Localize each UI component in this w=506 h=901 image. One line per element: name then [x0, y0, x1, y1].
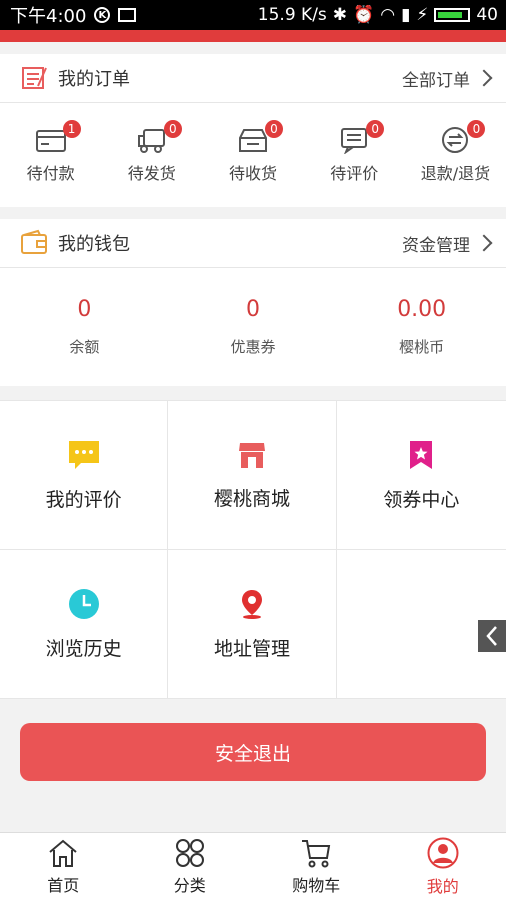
order-label: 退款/退货	[421, 160, 490, 184]
grid-icon	[174, 838, 206, 868]
orders-card: 我的订单 全部订单 1 待付款 0 待发货 0 待收货	[0, 54, 506, 207]
battery-level: 40	[476, 5, 498, 25]
order-pending-shipment[interactable]: 0 待发货	[101, 103, 202, 207]
tab-label: 首页	[47, 872, 79, 896]
order-badge: 1	[63, 120, 81, 138]
order-label: 待发货	[128, 160, 176, 184]
status-time: 下午4:00	[10, 2, 86, 28]
fund-management-link[interactable]: 资金管理	[402, 231, 490, 256]
store-icon	[237, 440, 267, 470]
image-notification-icon	[118, 8, 136, 22]
bookmark-star-icon	[407, 439, 435, 471]
orders-title: 我的订单	[58, 65, 130, 91]
orders-header: 我的订单 全部订单	[0, 54, 506, 103]
tab-mine[interactable]: 我的	[380, 833, 506, 901]
cell-signal-icon: ▮	[401, 5, 410, 25]
bluetooth-icon: ✱	[333, 5, 347, 25]
order-pending-payment[interactable]: 1 待付款	[0, 103, 101, 207]
network-speed: 15.9 K/s	[258, 5, 327, 25]
order-pending-review[interactable]: 0 待评价	[304, 103, 405, 207]
function-grid: 我的评价 樱桃商城 领券中心 浏览历史 地址管理	[0, 400, 506, 699]
chevron-right-icon	[476, 235, 493, 252]
grid-item-address[interactable]: 地址管理	[168, 550, 336, 698]
grid-label: 樱桃商城	[214, 484, 290, 511]
wallet-label: 优惠券	[231, 336, 276, 357]
chevron-left-icon	[485, 625, 499, 647]
wallet-row: 0 余额 0 优惠券 0.00 樱桃币	[0, 268, 506, 386]
grid-label: 领券中心	[383, 485, 459, 512]
order-label: 待收货	[229, 160, 277, 184]
wallet-value: 0.00	[397, 297, 446, 322]
chevron-right-icon	[476, 70, 493, 87]
tab-cart[interactable]: 购物车	[253, 833, 380, 901]
wallet-label: 余额	[69, 336, 99, 357]
user-icon	[427, 837, 459, 869]
fund-management-label: 资金管理	[402, 231, 470, 256]
status-bar: 下午4:00 K 15.9 K/s ✱ ⏰ ◠ ▮ ⚡ 40	[0, 0, 506, 30]
truck-icon	[136, 126, 168, 154]
alarm-icon: ⏰	[353, 5, 374, 25]
order-status-row: 1 待付款 0 待发货 0 待收货 0 待评价	[0, 103, 506, 207]
side-drawer-handle[interactable]	[478, 620, 506, 652]
grid-item-my-reviews[interactable]: 我的评价	[0, 401, 168, 549]
header-strip	[0, 30, 506, 42]
tab-home[interactable]: 首页	[0, 833, 127, 901]
wallet-coupons[interactable]: 0 优惠券	[169, 268, 338, 386]
tab-label: 分类	[174, 872, 206, 896]
location-pin-icon	[236, 588, 268, 620]
tab-label: 我的	[427, 873, 459, 897]
grid-item-browse-history[interactable]: 浏览历史	[0, 550, 168, 698]
bottom-tab-bar: 首页 分类 购物车 我的	[0, 832, 506, 901]
all-orders-link[interactable]: 全部订单	[402, 66, 490, 91]
logout-button[interactable]: 安全退出	[20, 723, 486, 781]
wifi-icon: ◠	[380, 5, 395, 25]
order-badge: 0	[164, 120, 182, 138]
order-list-icon	[20, 64, 48, 92]
tab-category[interactable]: 分类	[127, 833, 254, 901]
wallet-title: 我的钱包	[58, 230, 130, 256]
all-orders-label: 全部订单	[402, 66, 470, 91]
home-icon	[47, 838, 79, 868]
order-pending-receipt[interactable]: 0 待收货	[202, 103, 303, 207]
chat-bubble-icon	[67, 439, 101, 471]
wallet-value: 0	[77, 297, 91, 322]
wallet-balance[interactable]: 0 余额	[0, 268, 169, 386]
cart-icon	[300, 838, 332, 868]
order-label: 待付款	[27, 160, 75, 184]
tab-label: 购物车	[292, 872, 340, 896]
wallet-icon	[20, 229, 48, 257]
wallet-value: 0	[246, 297, 260, 322]
wallet-label: 樱桃币	[399, 336, 444, 357]
battery-icon	[434, 8, 470, 22]
wallet-header: 我的钱包 资金管理	[0, 219, 506, 268]
card-icon	[35, 126, 67, 154]
grid-item-store[interactable]: 樱桃商城	[168, 401, 336, 549]
grid-label: 地址管理	[214, 634, 290, 661]
order-badge: 0	[467, 120, 485, 138]
grid-row: 我的评价 樱桃商城 领券中心	[0, 400, 506, 550]
k-app-icon: K	[94, 7, 110, 23]
grid-label: 我的评价	[46, 485, 122, 512]
wallet-card: 我的钱包 资金管理 0 余额 0 优惠券 0.00 樱桃币	[0, 219, 506, 386]
clock-icon	[68, 588, 100, 620]
grid-row: 浏览历史 地址管理	[0, 550, 506, 699]
grid-label: 浏览历史	[46, 634, 122, 661]
order-badge: 0	[265, 120, 283, 138]
wallet-coins[interactable]: 0.00 樱桃币	[337, 268, 506, 386]
order-refund[interactable]: 0 退款/退货	[405, 103, 506, 207]
order-badge: 0	[366, 120, 384, 138]
grid-item-coupon-center[interactable]: 领券中心	[337, 401, 506, 549]
order-label: 待评价	[330, 160, 378, 184]
charging-icon: ⚡	[416, 5, 428, 25]
